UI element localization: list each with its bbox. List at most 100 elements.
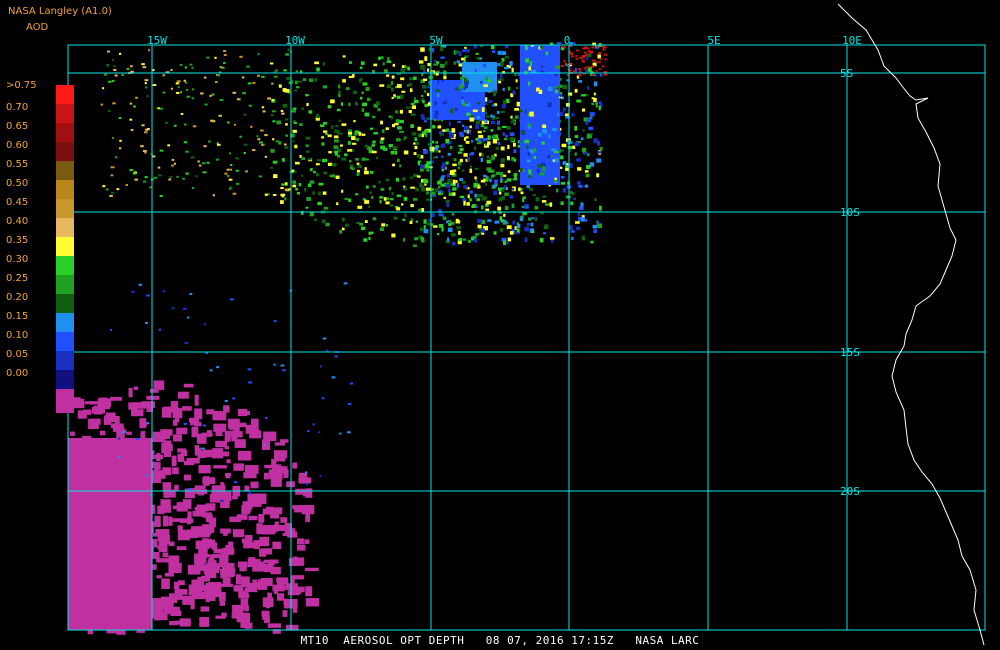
aod-pixel [452, 241, 456, 246]
aod-pixel [347, 403, 352, 406]
aod-pixel [454, 50, 459, 54]
aod-pixel [493, 231, 497, 235]
aod-pixel [270, 149, 275, 153]
aod-pixel [341, 157, 347, 161]
aod-pixel [176, 80, 181, 83]
aod-pixel [414, 145, 418, 150]
aod-pixel [371, 144, 375, 147]
aod-pixel [433, 59, 436, 63]
aod-pixel [159, 194, 163, 197]
aod-pixel [475, 205, 478, 209]
low-aod-pixel [219, 451, 230, 457]
aod-pixel [129, 118, 133, 121]
aod-pixel [338, 93, 341, 98]
aod-pixel [391, 96, 394, 99]
low-aod-pixel [187, 564, 201, 575]
aod-pixel [522, 198, 525, 203]
aod-pixel [317, 201, 322, 206]
aod-pixel [111, 79, 115, 82]
aod-pixel [440, 46, 444, 52]
aod-pixel [571, 236, 574, 241]
low-aod-pixel [174, 593, 180, 600]
aod-pixel [318, 431, 321, 434]
aod-pixel [331, 174, 336, 178]
low-aod-pixel [192, 510, 206, 517]
aod-pixel [347, 149, 353, 152]
aod-pixel [470, 151, 475, 156]
aod-pixel [145, 86, 148, 89]
aod-pixel [591, 73, 595, 76]
aod-pixel [388, 186, 392, 191]
aod-pixel [146, 422, 150, 425]
aod-pixel [445, 138, 450, 144]
legend-label: 0.35 [6, 235, 29, 246]
low-aod-pixel [305, 488, 313, 498]
aod-pixel [371, 150, 377, 154]
aod-pixel [566, 64, 570, 67]
low-aod-pixel [265, 602, 270, 609]
low-aod-pixel [264, 615, 270, 624]
aod-pixel [280, 200, 284, 204]
aod-pixel [533, 155, 537, 160]
lat-label-5s: 5S [840, 67, 854, 80]
aod-pixel [105, 188, 109, 191]
aod-pixel [392, 124, 395, 128]
aod-pixel [215, 158, 220, 161]
aod-pixel [445, 128, 450, 132]
aod-pixel [112, 102, 116, 105]
aod-pixel [477, 130, 482, 134]
aod-pixel [229, 168, 233, 171]
aod-pixel [331, 125, 334, 130]
aod-pixel [465, 140, 470, 144]
aod-pixel [113, 68, 117, 71]
aod-pixel [586, 56, 589, 61]
aod-pixel [578, 184, 583, 188]
aod-pixel [504, 205, 509, 210]
aod-pixel [209, 369, 213, 372]
aod-pixel [206, 56, 210, 59]
low-aod-pixel [78, 569, 84, 578]
aod-pixel [309, 212, 314, 217]
aod-pixel [197, 160, 200, 163]
aod-pixel [333, 135, 339, 139]
aod-pixel [396, 194, 402, 198]
aod-pixel [271, 82, 274, 85]
aod-pixel [386, 60, 392, 63]
aod-pixel [432, 125, 436, 129]
aod-pixel [298, 183, 302, 187]
aod-pixel [284, 197, 287, 201]
aod-pixel [506, 241, 509, 245]
low-aod-pixel [224, 472, 232, 477]
aod-pixel [494, 116, 500, 120]
aod-pixel [226, 174, 230, 177]
aod-pixel [319, 124, 325, 128]
aod-pixel [554, 73, 558, 77]
aod-pixel [292, 184, 297, 188]
low-aod-pixel [85, 520, 92, 530]
low-aod-pixel [105, 585, 114, 597]
aod-pixel [560, 182, 566, 185]
low-aod-pixel [142, 491, 152, 503]
low-aod-pixel [141, 401, 155, 409]
aod-pixel [581, 60, 586, 63]
aod-pixel [356, 162, 360, 165]
low-aod-pixel [304, 539, 310, 544]
aod-pixel [299, 123, 303, 127]
aod-pixel [146, 95, 149, 98]
aod-pixel [410, 204, 414, 208]
legend-swatch [56, 256, 74, 275]
aod-pixel [585, 173, 590, 178]
aod-pixel [501, 58, 505, 62]
aod-pixel [302, 78, 307, 82]
low-aod-pixel [215, 615, 226, 619]
aod-pixel [455, 220, 461, 224]
aod-pixel [433, 63, 439, 66]
low-aod-pixel [296, 557, 305, 566]
aod-pixel [491, 155, 496, 160]
aod-pixel [597, 223, 603, 229]
aod-pixel [492, 139, 498, 144]
aod-pixel [285, 118, 289, 121]
legend-swatch [56, 123, 74, 142]
aod-pixel [514, 226, 517, 230]
aod-pixel [113, 65, 116, 68]
